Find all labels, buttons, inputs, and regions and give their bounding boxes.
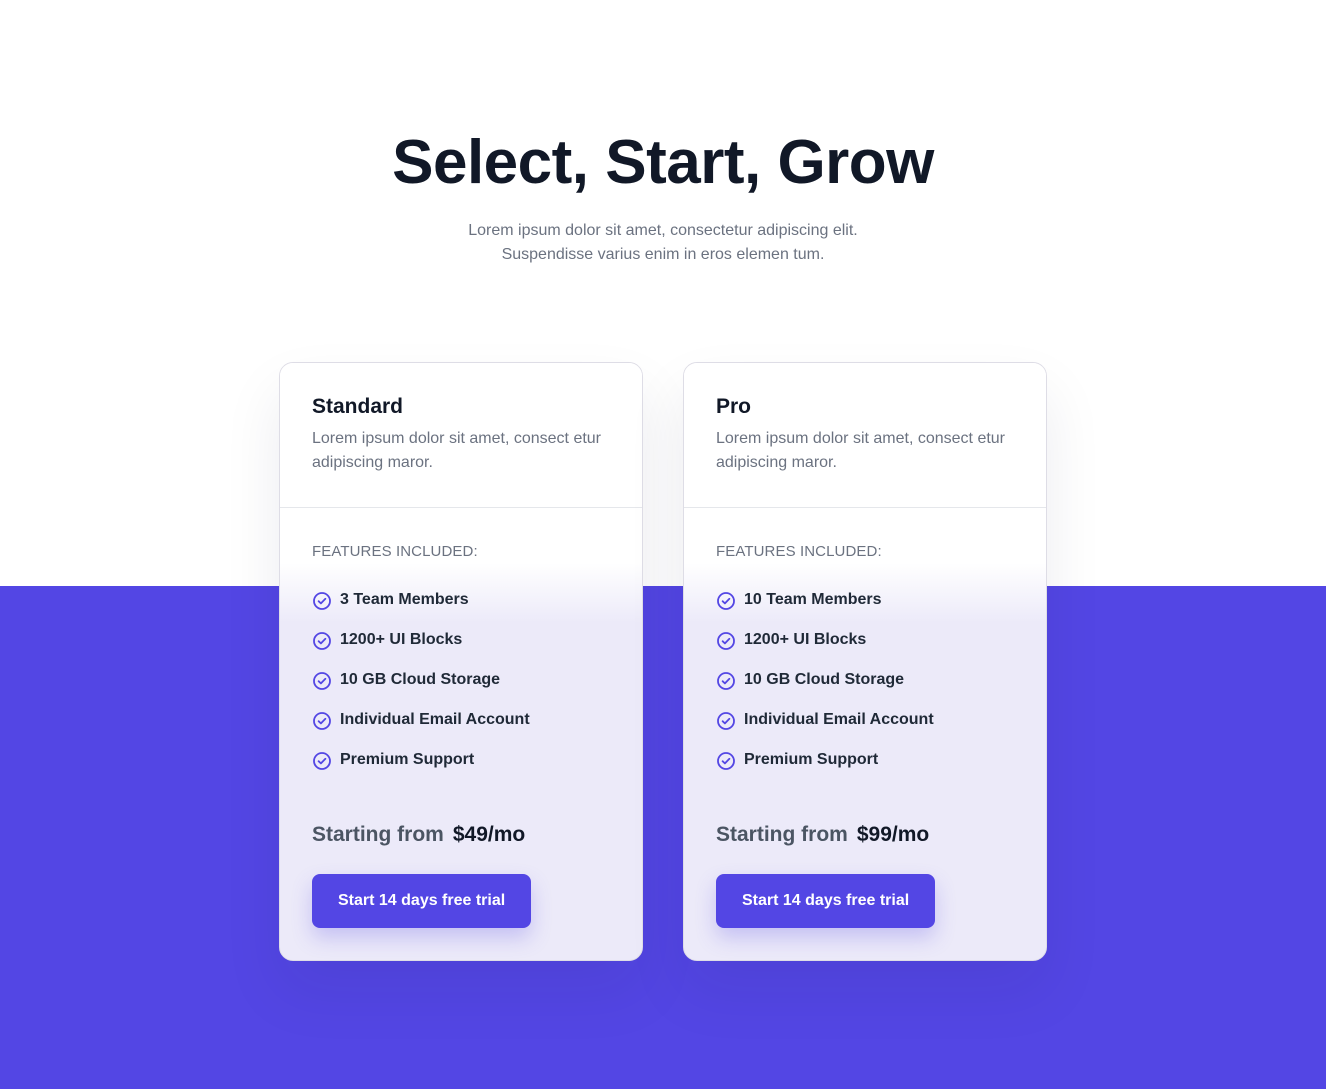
check-circle-icon xyxy=(717,672,735,690)
feature-item: 10 Team Members xyxy=(716,589,934,629)
feature-label: 1200+ UI Blocks xyxy=(340,631,463,648)
features-title: FEATURES INCLUDED: xyxy=(716,543,882,560)
page-subtitle-line-1: Lorem ipsum dolor sit amet, consectetur … xyxy=(468,222,858,239)
feature-item: 1200+ UI Blocks xyxy=(716,629,934,669)
feature-item: 1200+ UI Blocks xyxy=(312,629,530,669)
pricing-card-standard: Standard Lorem ipsum dolor sit amet, con… xyxy=(279,362,643,961)
plan-description: Lorem ipsum dolor sit amet, consect etur… xyxy=(312,430,602,471)
plan-name: Pro xyxy=(716,395,752,418)
page-subtitle: Lorem ipsum dolor sit amet, consectetur … xyxy=(0,219,1326,267)
check-circle-icon xyxy=(313,632,331,650)
feature-item: 10 GB Cloud Storage xyxy=(716,669,934,709)
feature-item: Individual Email Account xyxy=(716,709,934,749)
feature-item: 10 GB Cloud Storage xyxy=(312,669,530,709)
check-circle-icon xyxy=(717,632,735,650)
start-trial-button[interactable]: Start 14 days free trial xyxy=(312,874,532,928)
feature-label: Individual Email Account xyxy=(340,711,530,728)
feature-label: 10 Team Members xyxy=(744,591,882,608)
check-circle-icon xyxy=(313,752,331,770)
feature-item: Premium Support xyxy=(312,749,530,789)
price-prefix: Starting from xyxy=(312,823,444,846)
feature-label: Individual Email Account xyxy=(744,711,934,728)
feature-item: Premium Support xyxy=(716,749,934,789)
start-trial-button[interactable]: Start 14 days free trial xyxy=(716,874,936,928)
feature-item: 3 Team Members xyxy=(312,589,530,629)
check-circle-icon xyxy=(717,592,735,610)
check-circle-icon xyxy=(717,752,735,770)
price-row: Starting from $99/mo xyxy=(716,821,929,849)
plan-name: Standard xyxy=(312,395,404,418)
check-circle-icon xyxy=(313,712,331,730)
feature-label: 10 GB Cloud Storage xyxy=(744,671,905,688)
pricing-cards: Standard Lorem ipsum dolor sit amet, con… xyxy=(279,362,1047,961)
price-prefix: Starting from xyxy=(716,823,848,846)
feature-label: 3 Team Members xyxy=(340,591,469,608)
check-circle-icon xyxy=(717,712,735,730)
price-row: Starting from $49/mo xyxy=(312,821,525,849)
feature-label: Premium Support xyxy=(744,751,879,768)
feature-label: 10 GB Cloud Storage xyxy=(340,671,501,688)
page-title: Select, Start, Grow xyxy=(392,128,934,197)
pricing-card-pro: Pro Lorem ipsum dolor sit amet, consect … xyxy=(683,362,1047,961)
card-header: Pro Lorem ipsum dolor sit amet, consect … xyxy=(684,363,1046,508)
check-circle-icon xyxy=(313,592,331,610)
price-value: $49/mo xyxy=(452,823,526,846)
plan-description: Lorem ipsum dolor sit amet, consect etur… xyxy=(716,430,1006,471)
feature-item: Individual Email Account xyxy=(312,709,530,749)
card-header: Standard Lorem ipsum dolor sit amet, con… xyxy=(280,363,642,508)
feature-list: 3 Team Members 1200+ UI Blocks 10 GB Clo… xyxy=(312,589,530,789)
check-circle-icon xyxy=(313,672,331,690)
feature-label: Premium Support xyxy=(340,751,475,768)
features-title: FEATURES INCLUDED: xyxy=(312,543,478,560)
feature-label: 1200+ UI Blocks xyxy=(744,631,867,648)
price-value: $99/mo xyxy=(856,823,930,846)
page-subtitle-line-2: Suspendisse varius enim in eros elemen t… xyxy=(501,246,825,263)
feature-list: 10 Team Members 1200+ UI Blocks 10 GB Cl… xyxy=(716,589,934,789)
